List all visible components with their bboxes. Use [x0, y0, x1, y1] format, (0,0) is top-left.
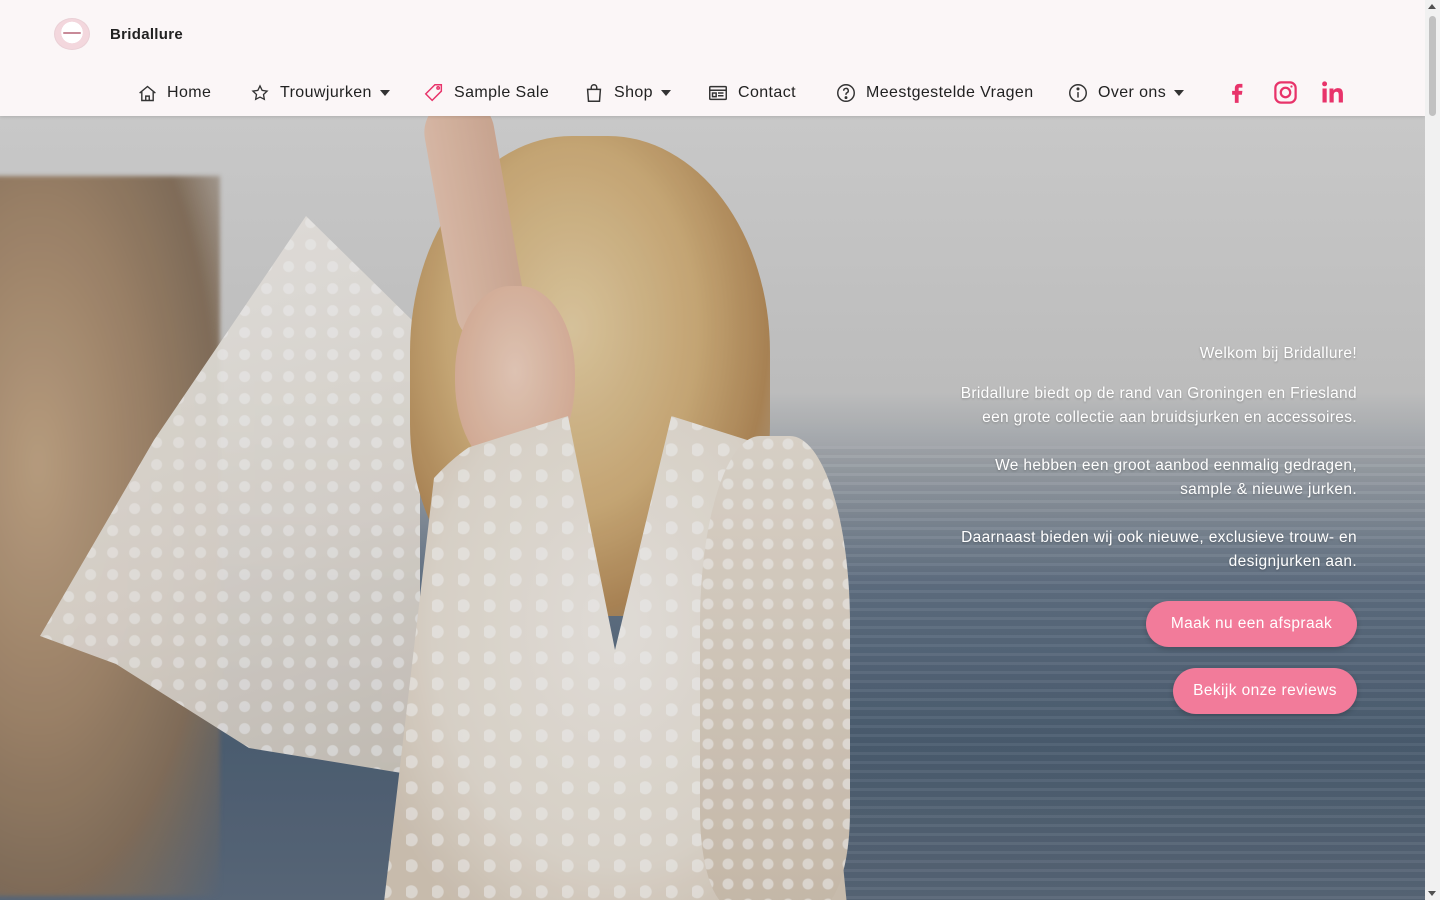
nav-label-shop: Shop [614, 84, 653, 101]
nav-item-shop[interactable]: Shop [583, 76, 671, 110]
nav-label-trouwjurken: Trouwjurken [280, 84, 372, 101]
instagram-icon [1273, 80, 1297, 104]
hero-paragraph-line: designjurken aan. [1228, 553, 1357, 570]
scroll-down-arrow-icon[interactable] [1428, 891, 1436, 896]
brand-name[interactable]: Bridallure [110, 26, 183, 43]
linkedin-link[interactable] [1319, 78, 1347, 106]
hero-paragraph-line: een grote collectie aan bruidsjurken en … [982, 409, 1357, 426]
hero-paragraph-collection: Bridallure biedt op de rand van Groninge… [917, 382, 1357, 430]
nav-item-contact[interactable]: Contact [707, 76, 796, 110]
scroll-up-arrow-icon[interactable] [1428, 4, 1436, 9]
hero-paragraph-offer: We hebben een groot aanbod eenmalig gedr… [917, 454, 1357, 502]
hero-paragraph-line: Bridallure biedt op de rand van Groninge… [960, 385, 1357, 402]
brand[interactable]: Bridallure [54, 18, 183, 50]
make-appointment-button[interactable]: Maak nu een afspraak [1146, 601, 1357, 647]
chevron-down-icon [660, 90, 671, 96]
nav-item-trouwjurken[interactable]: Trouwjurken [249, 76, 390, 110]
hero-intro-text: Welkom bij Bridallure! Bridallure biedt … [917, 342, 1357, 598]
nav-label-over-ons: Over ons [1098, 84, 1167, 101]
instagram-link[interactable] [1271, 78, 1299, 106]
site-header: Bridallure Home Trouwjurken Sample Sale … [0, 0, 1425, 116]
nav-label-home: Home [167, 84, 212, 101]
hero-paragraph-line: sample & nieuwe jurken. [1180, 481, 1357, 498]
facebook-link[interactable] [1223, 78, 1251, 106]
nav-label-sample-sale: Sample Sale [454, 84, 550, 101]
scrollbar-thumb[interactable] [1429, 16, 1436, 116]
tag-icon [423, 82, 445, 104]
chevron-down-icon [379, 90, 390, 96]
facebook-icon [1232, 83, 1243, 103]
nav-item-home[interactable]: Home [136, 76, 211, 110]
nav-item-faq[interactable]: Meestgestelde Vragen [835, 76, 1034, 110]
view-reviews-button[interactable]: Bekijk onze reviews [1173, 668, 1357, 714]
brand-logo[interactable] [54, 18, 90, 50]
linkedin-icon [1322, 81, 1343, 103]
hero-paragraph-exclusive: Daarnaast bieden wij ook nieuwe, exclusi… [917, 526, 1357, 574]
nav-label-contact: Contact [738, 84, 796, 101]
hero-paragraph-line: Daarnaast bieden wij ook nieuwe, exclusi… [961, 529, 1357, 546]
hero-paragraph-line: We hebben een groot aanbod eenmalig gedr… [995, 457, 1357, 474]
page-scrollbar[interactable] [1425, 0, 1440, 900]
shopping-bag-icon [583, 82, 605, 104]
nav-label-faq: Meestgestelde Vragen [866, 84, 1034, 101]
chevron-down-icon [1174, 90, 1185, 96]
contact-card-icon [707, 82, 729, 104]
hero-section: Welkom bij Bridallure! Bridallure biedt … [0, 116, 1425, 900]
hero-welcome: Welkom bij Bridallure! [1199, 345, 1357, 362]
nav-item-sample-sale[interactable]: Sample Sale [423, 76, 549, 110]
page: Bridallure Home Trouwjurken Sample Sale … [0, 0, 1425, 900]
star-icon [249, 82, 271, 104]
info-icon [1067, 82, 1089, 104]
main-nav: Home Trouwjurken Sample Sale Shop Contac… [0, 76, 1425, 110]
home-icon [136, 82, 158, 104]
question-icon [835, 82, 857, 104]
nav-item-over-ons[interactable]: Over ons [1067, 76, 1185, 110]
